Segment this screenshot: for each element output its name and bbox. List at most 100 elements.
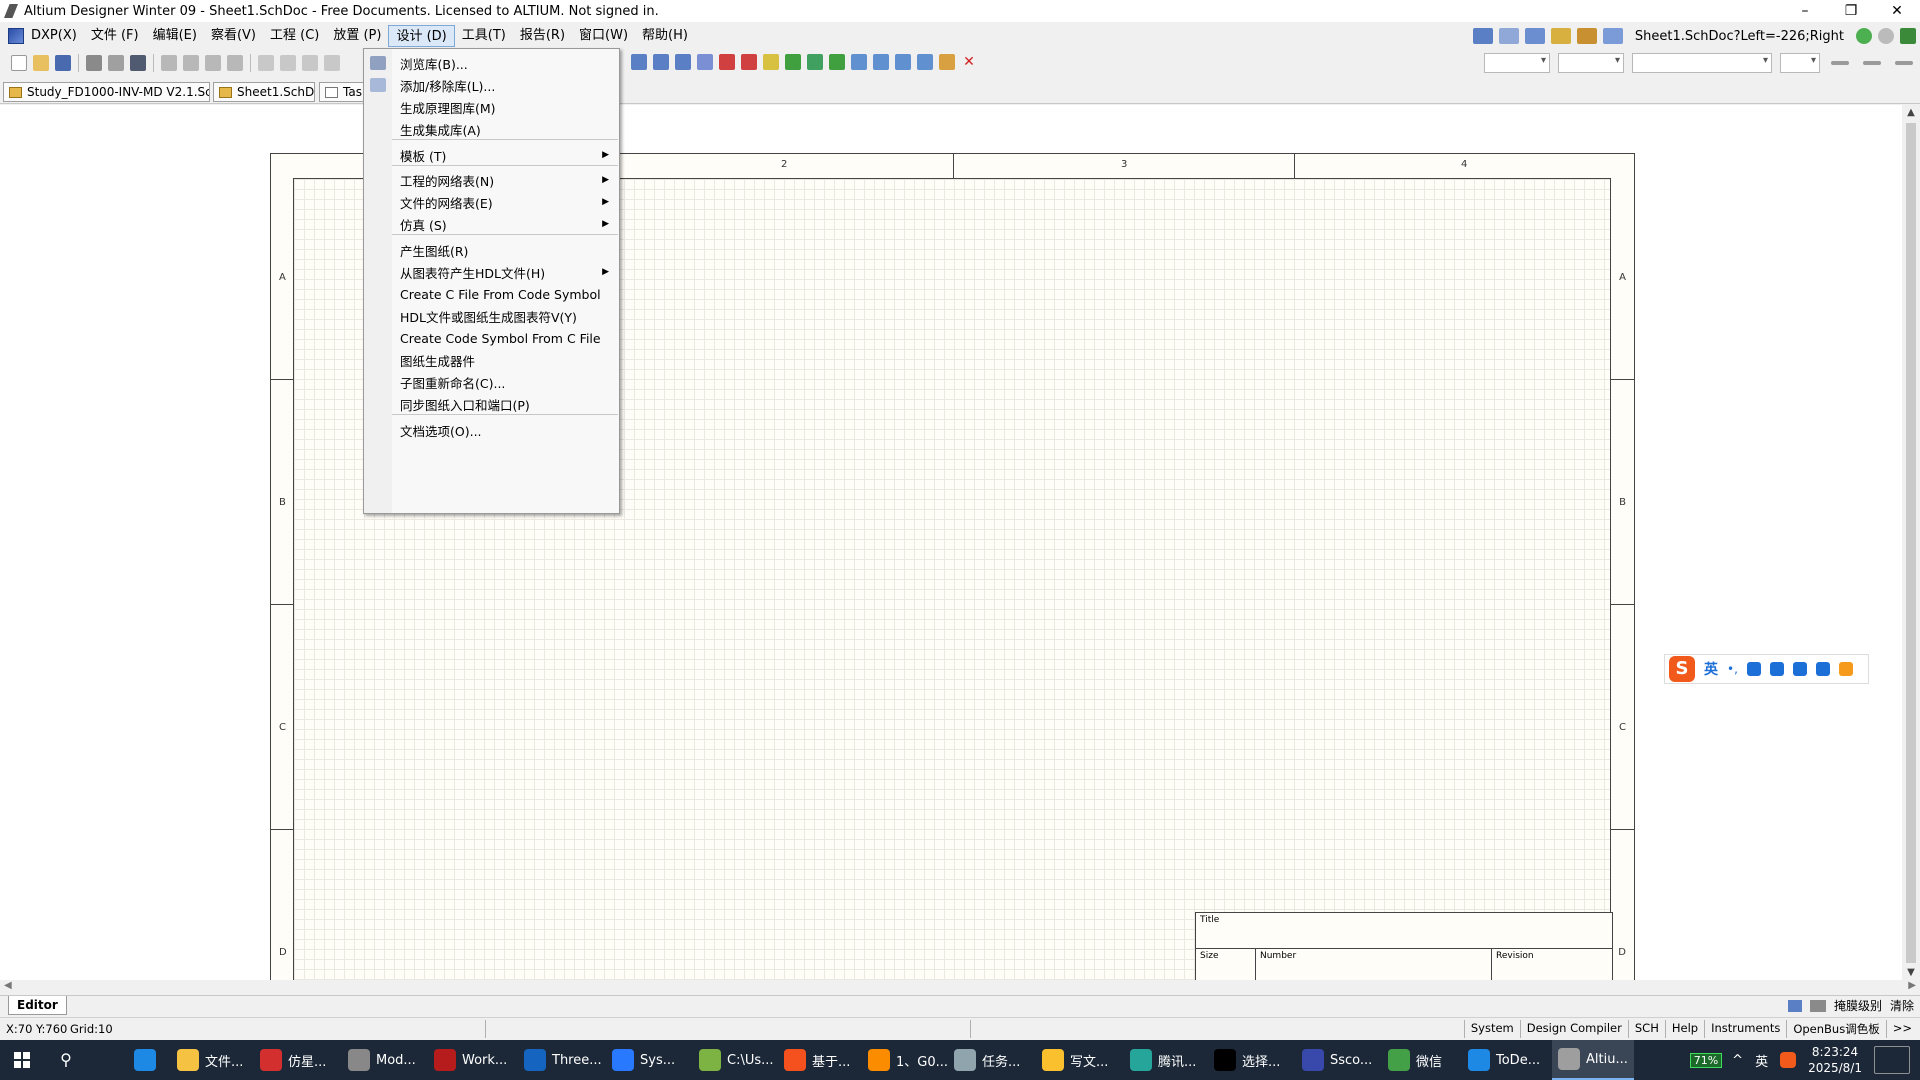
gnd-port-icon[interactable] bbox=[719, 54, 735, 70]
menu-item-browse-library[interactable]: 浏览库(B)... bbox=[364, 51, 619, 75]
harness-entry-icon[interactable] bbox=[917, 54, 933, 70]
sogou-logo-icon[interactable]: S bbox=[1669, 656, 1695, 682]
panel-design-compiler[interactable]: Design Compiler bbox=[1519, 1020, 1628, 1038]
port-icon[interactable] bbox=[939, 54, 955, 70]
taskbar-app[interactable]: C:\Us... bbox=[693, 1040, 780, 1080]
cut-icon[interactable] bbox=[258, 55, 274, 71]
taskbar-app[interactable]: 微信 bbox=[1382, 1040, 1448, 1080]
menu-view[interactable]: 察看(V) bbox=[204, 25, 263, 47]
menu-file[interactable]: 文件 (F) bbox=[84, 25, 146, 47]
clear-button[interactable]: 清除 bbox=[1890, 997, 1914, 1014]
restore-button[interactable]: ❐ bbox=[1828, 0, 1874, 22]
taskbar-app[interactable]: 1、G0... bbox=[862, 1040, 954, 1080]
menu-item-synchronize-sheet-entries[interactable]: 同步图纸入口和端口(P) bbox=[364, 392, 619, 416]
taskbar-app[interactable]: Mod... bbox=[342, 1040, 422, 1080]
sogou-tray-icon[interactable] bbox=[1780, 1052, 1797, 1068]
taskbar-app[interactable]: 任务... bbox=[948, 1040, 1026, 1080]
menu-tools[interactable]: 工具(T) bbox=[455, 25, 513, 47]
taskbar-app[interactable]: 基于... bbox=[778, 1040, 856, 1080]
menu-project[interactable]: 工程 (C) bbox=[263, 25, 326, 47]
sheet-entry-icon[interactable] bbox=[807, 54, 823, 70]
menu-item-document-options[interactable]: 文档选项(O)... bbox=[364, 418, 619, 442]
taskbar-app[interactable]: Ssco... bbox=[1296, 1040, 1378, 1080]
harness-icon[interactable] bbox=[895, 54, 911, 70]
combo-box-4[interactable] bbox=[1780, 53, 1820, 73]
back-icon[interactable] bbox=[1856, 28, 1872, 44]
panel-system[interactable]: System bbox=[1463, 1020, 1520, 1038]
doc-tab-tasks[interactable]: Tasl bbox=[319, 82, 365, 102]
scroll-up-arrow-icon[interactable]: ▲ bbox=[1902, 107, 1920, 118]
scroll-right-arrow-icon[interactable]: ▶ bbox=[1908, 980, 1916, 991]
device-sheet-icon[interactable] bbox=[829, 54, 845, 70]
zoom-fit-icon[interactable] bbox=[161, 55, 177, 71]
taskbar-app[interactable]: 腾讯... bbox=[1124, 1040, 1202, 1080]
panel-instruments[interactable]: Instruments bbox=[1704, 1020, 1786, 1038]
menu-place[interactable]: 放置 (P) bbox=[326, 25, 388, 47]
punctuation-icon[interactable]: •, bbox=[1727, 662, 1738, 676]
location-box[interactable]: Sheet1.SchDoc?Left=-226;Right bbox=[1629, 29, 1850, 44]
taskbar-app[interactable]: 选择... bbox=[1208, 1040, 1286, 1080]
home-icon[interactable] bbox=[1900, 28, 1916, 44]
menu-edit[interactable]: 编辑(E) bbox=[146, 25, 204, 47]
new-icon[interactable] bbox=[11, 55, 27, 71]
print-preview-icon[interactable] bbox=[108, 55, 124, 71]
horizontal-scrollbar[interactable]: ◀ ▶ bbox=[0, 980, 1920, 994]
vcc-port-icon[interactable] bbox=[741, 54, 757, 70]
editor-tab[interactable]: Editor bbox=[8, 996, 67, 1015]
scroll-down-arrow-icon[interactable]: ▼ bbox=[1902, 967, 1920, 978]
menu-help[interactable]: 帮助(H) bbox=[635, 25, 695, 47]
c-code-symbol-icon[interactable] bbox=[851, 54, 867, 70]
align-tool-icon[interactable] bbox=[1498, 28, 1519, 44]
menu-dxp[interactable]: DXP(X) bbox=[24, 25, 84, 47]
taskbar-app[interactable]: 写文... bbox=[1036, 1040, 1114, 1080]
notification-center-icon[interactable] bbox=[1874, 1046, 1910, 1074]
battery-indicator[interactable]: 71% bbox=[1689, 1052, 1723, 1068]
zoom-selected-icon[interactable] bbox=[205, 55, 221, 71]
minimize-button[interactable]: – bbox=[1782, 0, 1828, 22]
scroll-left-arrow-icon[interactable]: ◀ bbox=[4, 980, 12, 991]
copy-icon[interactable] bbox=[280, 55, 296, 71]
panel-openbus[interactable]: OpenBus调色板 bbox=[1786, 1020, 1885, 1038]
line-style-icon[interactable] bbox=[1863, 61, 1881, 65]
pencil-icon[interactable] bbox=[1787, 999, 1802, 1012]
menu-item-simulate[interactable]: 仿真 (S) ▶ bbox=[364, 212, 619, 236]
menu-item-create-c-file[interactable]: Create C File From Code Symbol bbox=[364, 282, 619, 306]
wire-tool-icon[interactable] bbox=[1472, 28, 1493, 44]
tray-chevron-icon[interactable]: ^ bbox=[1732, 1053, 1743, 1068]
bus-entry-icon[interactable] bbox=[631, 54, 647, 70]
taskbar-app[interactable] bbox=[128, 1040, 168, 1080]
taskbar-app[interactable]: Three... bbox=[518, 1040, 608, 1080]
tray-ime-indicator[interactable]: 英 bbox=[1755, 1051, 1768, 1070]
panel-sch[interactable]: SCH bbox=[1627, 1020, 1665, 1038]
menu-item-rename-child-sheet[interactable]: 子图重新命名(C)... bbox=[364, 370, 619, 394]
arrow-style-icon[interactable] bbox=[1895, 61, 1913, 65]
no-erc-icon[interactable]: ✕ bbox=[961, 54, 977, 70]
toolbox-icon[interactable] bbox=[1815, 662, 1830, 676]
clock[interactable]: 8:23:24 2025/8/1 bbox=[1808, 1044, 1862, 1076]
panel-help[interactable]: Help bbox=[1664, 1020, 1704, 1038]
taskbar-app[interactable]: Work... bbox=[428, 1040, 513, 1080]
filter-icon[interactable] bbox=[227, 55, 243, 71]
ime-language[interactable]: 英 bbox=[1704, 659, 1718, 679]
taskbar-app[interactable]: 仿星... bbox=[254, 1040, 332, 1080]
ime-toolbar[interactable]: S 英 •, bbox=[1664, 654, 1869, 684]
line-width-icon[interactable] bbox=[1831, 61, 1849, 65]
menu-item-create-component-from-sheet[interactable]: 图纸生成器件 bbox=[364, 348, 619, 372]
menu-item-add-remove-library[interactable]: 添加/移除库(L)... bbox=[364, 73, 619, 97]
part-icon[interactable] bbox=[763, 54, 779, 70]
forward-icon[interactable] bbox=[1878, 28, 1894, 44]
keyboard-icon[interactable] bbox=[1769, 662, 1784, 676]
mask-level-button[interactable]: 掩膜级别 bbox=[1834, 997, 1882, 1014]
device-view-icon[interactable] bbox=[130, 55, 146, 71]
menu-item-create-sheet[interactable]: 产生图纸(R) bbox=[364, 238, 619, 262]
paste-icon[interactable] bbox=[302, 55, 318, 71]
highlight-icon[interactable] bbox=[1576, 28, 1597, 44]
combo-box-1[interactable] bbox=[1484, 53, 1550, 73]
menu-item-document-netlist[interactable]: 文件的网络表(E) ▶ bbox=[364, 190, 619, 214]
scrollbar-thumb[interactable] bbox=[1906, 123, 1916, 963]
ime-extra-icon[interactable] bbox=[1838, 662, 1853, 676]
doc-tab-study[interactable]: Study_FD1000-INV-MD V2.1.SchDoc bbox=[3, 82, 210, 102]
dxp-icon[interactable] bbox=[8, 28, 24, 44]
taskbar-app[interactable]: Altiu... bbox=[1552, 1040, 1634, 1080]
menu-item-make-integrated-library[interactable]: 生成集成库(A) bbox=[364, 117, 619, 141]
